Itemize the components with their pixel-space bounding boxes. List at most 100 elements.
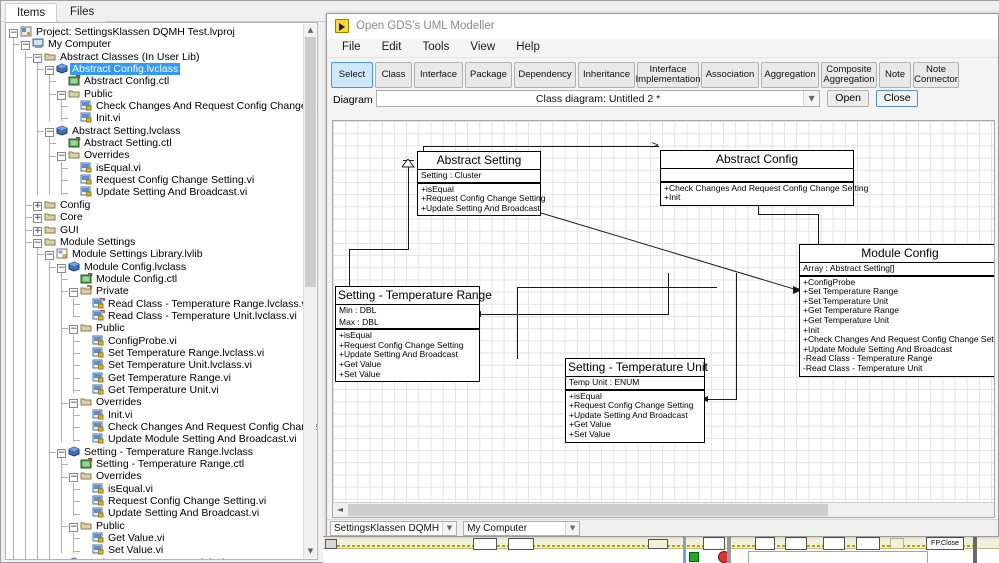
tree-item[interactable]: − Public <box>6 322 317 335</box>
tool-class[interactable]: Class <box>375 62 412 88</box>
tool-select[interactable]: Select <box>331 62 373 88</box>
tree-item[interactable]: − Module Settings Library.lvlib <box>6 248 317 261</box>
tree-item[interactable]: − Abstract Setting.lvclass <box>6 125 317 137</box>
collapse-toggle[interactable]: − <box>45 127 54 137</box>
tree-item[interactable]: − Public <box>6 520 317 532</box>
tab-files[interactable]: Files <box>59 3 106 22</box>
menu-file[interactable]: File <box>333 39 370 58</box>
tree-item[interactable]: − Module Settings <box>6 236 317 248</box>
uml-class-abstract-setting[interactable]: Abstract Setting Setting : Cluster +isEqua… <box>417 151 546 217</box>
collapse-toggle[interactable]: − <box>45 66 54 76</box>
tree-item[interactable]: Set Value.vi <box>6 544 317 556</box>
tree-item[interactable]: + GUI <box>6 224 317 236</box>
tab-items[interactable]: Items <box>5 3 58 22</box>
tree-item[interactable]: + Core <box>6 211 317 224</box>
tree-item[interactable]: − Overrides <box>6 470 317 483</box>
tree-item[interactable]: Update Setting And Broadcast.vi <box>6 186 317 198</box>
scrollbar-thumb[interactable] <box>305 37 316 287</box>
menu-tools[interactable]: Tools <box>413 39 458 58</box>
status-project-combo[interactable]: SettingsKlassen DQMH ▼ <box>330 521 457 536</box>
collapse-toggle[interactable]: − <box>45 251 54 261</box>
tree-item[interactable]: Update Module Setting And Broadcast.vi <box>6 433 317 445</box>
collapse-toggle[interactable]: − <box>21 41 30 51</box>
tree-item[interactable]: Init.vi <box>6 112 317 124</box>
expand-toggle[interactable]: + <box>33 214 42 224</box>
collapse-toggle[interactable]: − <box>69 399 78 409</box>
project-tree-scrollbar[interactable]: ▲ ▼ <box>303 24 316 558</box>
collapse-toggle[interactable]: − <box>9 29 18 38</box>
collapse-toggle[interactable]: − <box>69 522 78 532</box>
tree-item[interactable]: Check Changes And Request Config Change … <box>6 421 317 433</box>
collapse-toggle[interactable]: − <box>57 152 66 162</box>
tree-item[interactable]: Read Class - Temperature Unit.lvclass.vi <box>6 309 317 322</box>
collapse-toggle[interactable]: − <box>33 53 42 63</box>
collapse-toggle[interactable]: − <box>57 90 66 100</box>
status-device-combo[interactable]: My Computer ▼ <box>463 521 581 536</box>
tree-item[interactable]: − Private <box>6 285 317 298</box>
tool-dependency[interactable]: Dependency <box>514 62 576 88</box>
collapse-toggle[interactable]: − <box>57 448 66 458</box>
uml-class-setting-temperature-unit[interactable]: Setting - Temperature Unit Temp Unit : EN… <box>565 358 708 443</box>
tree-item[interactable]: Setting - Temperature Range.ctl <box>6 458 317 470</box>
hscrollbar-thumb[interactable] <box>348 504 828 516</box>
tool-note-connector[interactable]: Note Connector <box>913 62 959 88</box>
tree-item[interactable]: − My Computer <box>6 38 317 51</box>
chevron-down-icon[interactable]: ▼ <box>803 91 820 106</box>
tree-item[interactable]: Request Config Change Setting.vi <box>6 495 317 507</box>
tree-item[interactable]: Read Class - Temperature Range.lvclass.v… <box>6 297 317 310</box>
menu-edit[interactable]: Edit <box>373 39 411 58</box>
scroll-down-arrow-icon[interactable]: ▼ <box>305 546 316 557</box>
tool-note[interactable]: Note <box>879 62 911 88</box>
diagram-select[interactable]: Class diagram: Untitled 2 * ▼ <box>376 90 821 107</box>
chevron-down-icon[interactable]: ▼ <box>565 522 580 535</box>
collapse-toggle[interactable]: − <box>33 238 42 248</box>
tree-item[interactable]: Update Setting And Broadcast.vi <box>6 507 317 519</box>
uml-class-abstract-config[interactable]: Abstract Config +Check Changes And Reque… <box>660 150 868 206</box>
tree-item[interactable]: isEqual.vi <box>6 483 317 495</box>
tree-item[interactable]: − Overrides <box>6 396 317 409</box>
canvas-hscrollbar[interactable]: ◄ <box>333 502 994 517</box>
collapse-toggle[interactable]: − <box>69 288 78 298</box>
collapse-toggle[interactable]: − <box>69 325 78 335</box>
tree-item[interactable]: Set Temperature Unit.lvclass.vi <box>6 359 317 371</box>
labview-block-diagram-strip[interactable]: FP.Close <box>323 536 999 563</box>
uml-class-setting-temperature-range[interactable]: Setting - Temperature Range Min : DBL Max … <box>335 286 492 383</box>
tree-item[interactable]: Get Temperature Range.vi <box>6 372 317 384</box>
tool-aggregation[interactable]: Aggregation <box>761 62 819 88</box>
uml-class-module-config[interactable]: Module Config Array : Abstract Setting[] +… <box>799 244 994 377</box>
tool-association[interactable]: Association <box>701 62 759 88</box>
chevron-down-icon[interactable]: ▼ <box>442 522 456 535</box>
tree-item[interactable]: Get Value.vi <box>6 532 317 544</box>
tree-item[interactable]: Get Temperature Unit.vi <box>6 384 317 396</box>
uml-canvas[interactable]: > Abstract Setting Setting: Cluster +is… <box>332 120 995 518</box>
tree-item[interactable]: − Abstract Classes (In User Lib) <box>6 51 317 63</box>
tool-composite-aggregation[interactable]: Composite Aggregation <box>821 62 877 88</box>
tree-item[interactable]: ConfigProbe.vi <box>6 335 317 347</box>
menu-help[interactable]: Help <box>507 39 549 58</box>
tool-package[interactable]: Package <box>465 62 512 88</box>
tree-item[interactable]: Module Config.ctl <box>6 272 317 285</box>
tool-interface[interactable]: Interface <box>414 62 463 88</box>
menu-view[interactable]: View <box>461 39 504 58</box>
tree-item[interactable]: − Abstract Config.lvclass <box>6 63 317 76</box>
tree-item[interactable]: +Setting - Temperature Unit.lvclass <box>6 557 317 559</box>
tree-item[interactable]: Init.vi <box>6 409 317 421</box>
tool-inheritance[interactable]: Inheritance <box>578 62 635 88</box>
expand-toggle[interactable]: + <box>33 201 42 211</box>
tree-item[interactable]: Request Config Change Setting.vi <box>6 174 317 186</box>
uml-titlebar[interactable]: Open GDS's UML Modeller <box>327 14 998 39</box>
scroll-up-arrow-icon[interactable]: ▲ <box>305 25 316 36</box>
tree-item[interactable]: Set Temperature Range.lvclass.vi <box>6 347 317 359</box>
chevron-left-icon[interactable]: ◄ <box>334 504 346 516</box>
tree-item[interactable]: + Config <box>6 199 317 211</box>
open-button[interactable]: Open <box>827 90 870 107</box>
tree-item[interactable]: − Project: SettingsKlassen DQMH Test.lvpr… <box>6 26 317 38</box>
tree-item[interactable]: Check Changes And Request Config Change … <box>6 100 317 112</box>
close-button[interactable]: Close <box>876 90 919 107</box>
tree-item[interactable]: isEqual.vi <box>6 162 317 174</box>
collapse-toggle[interactable]: − <box>69 473 78 483</box>
tool-interface-implementation[interactable]: Interface Implementation <box>636 62 700 88</box>
project-tree-pane[interactable]: − Project: SettingsKlassen DQMH Test.lvpr… <box>5 22 318 560</box>
collapse-toggle[interactable]: − <box>57 263 66 273</box>
expand-toggle[interactable]: + <box>33 226 42 236</box>
